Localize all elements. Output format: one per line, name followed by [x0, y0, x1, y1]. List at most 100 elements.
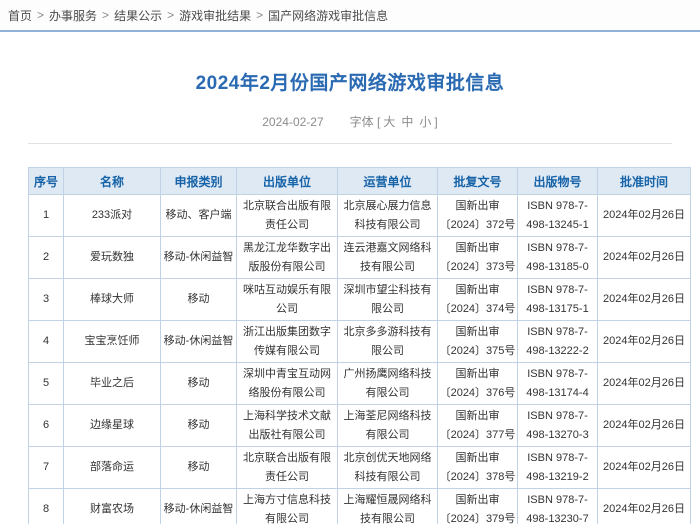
table-row: 1 233派对 移动、客户端 北京联合出版有限责任公司 北京展心展力信息科技有限公司 国新…	[28, 194, 691, 237]
cell-category: 移动	[160, 404, 237, 447]
cell-operator: 上海耀恒晟网络科技有限公司	[337, 488, 438, 524]
cell-publisher: 北京联合出版有限责任公司	[236, 446, 338, 489]
cell-approval-no: 国新出审 〔2024〕376号	[437, 362, 518, 405]
cell-isbn: ISBN 978-7- 498-13175-1	[517, 278, 598, 321]
font-size-bracket-close: ]	[434, 115, 438, 129]
cell-game-name: 爱玩数独	[63, 236, 161, 279]
cell-isbn: ISBN 978-7- 498-13270-3	[517, 404, 598, 447]
column-header-index: 序号	[28, 167, 64, 195]
font-size-large-button[interactable]: 大	[383, 115, 395, 129]
breadcrumb-link-game-approval-results[interactable]: 游戏审批结果	[179, 7, 251, 24]
cell-isbn: ISBN 978-7- 498-13245-1	[517, 194, 598, 237]
column-header-isbn: 出版物号	[517, 167, 598, 195]
cell-operator: 深圳市望尘科技有限公司	[337, 278, 438, 321]
column-header-operator: 运营单位	[337, 167, 438, 195]
cell-game-name: 财富农场	[63, 488, 161, 524]
article-meta: 2024-02-27 字体 [大中小]	[0, 113, 700, 130]
cell-index: 3	[28, 278, 64, 321]
cell-category: 移动-休闲益智	[160, 236, 237, 279]
cell-publisher: 上海科学技术文献出版社有限公司	[236, 404, 338, 447]
table-row: 6 边缘星球 移动 上海科学技术文献出版社有限公司 上海荃尼网络科技有限公司 国新出审 〔…	[28, 404, 691, 447]
table-row: 5 毕业之后 移动 深圳中青宝互动网络股份有限公司 广州扬鹰网络科技有限公司 国新出审 〔…	[28, 362, 691, 405]
cell-index: 2	[28, 236, 64, 279]
cell-operator: 上海荃尼网络科技有限公司	[337, 404, 438, 447]
breadcrumb-separator: >	[256, 8, 264, 22]
table-header-row: 序号 名称 申报类别 出版单位 运营单位 批复文号 出版物号 批准时间	[28, 167, 691, 195]
cell-category: 移动	[160, 278, 237, 321]
cell-isbn: ISBN 978-7- 498-13222-2	[517, 320, 598, 363]
cell-game-name: 边缘星球	[63, 404, 161, 447]
table-row: 4 宝宝烹饪师 移动-休闲益智 浙江出版集团数字传媒有限公司 北京多多游科技有限公司 国新…	[28, 320, 691, 363]
column-header-category: 申报类别	[160, 167, 237, 195]
cell-publisher: 深圳中青宝互动网络股份有限公司	[236, 362, 338, 405]
cell-approval-no: 国新出审 〔2024〕375号	[437, 320, 518, 363]
font-size-small-button[interactable]: 小	[419, 115, 431, 129]
cell-game-name: 部落命运	[63, 446, 161, 489]
cell-operator: 北京展心展力信息科技有限公司	[337, 194, 438, 237]
breadcrumb-separator: >	[37, 8, 45, 22]
cell-publisher: 上海方寸信息科技有限公司	[236, 488, 338, 524]
table-row: 7 部落命运 移动 北京联合出版有限责任公司 北京创优天地网络科技有限公司 国新出审 〔2…	[28, 446, 691, 489]
breadcrumb-link-results[interactable]: 结果公示	[114, 7, 162, 24]
cell-approval-no: 国新出审 〔2024〕373号	[437, 236, 518, 279]
cell-category: 移动、客户端	[160, 194, 237, 237]
cell-approval-date: 2024年02月26日	[597, 362, 691, 405]
cell-approval-no: 国新出审 〔2024〕379号	[437, 488, 518, 524]
cell-approval-no: 国新出审 〔2024〕372号	[437, 194, 518, 237]
cell-index: 8	[28, 488, 64, 524]
column-header-publisher: 出版单位	[236, 167, 338, 195]
cell-category: 移动-休闲益智	[160, 320, 237, 363]
cell-approval-date: 2024年02月26日	[597, 278, 691, 321]
breadcrumb-current-page: 国产网络游戏审批信息	[268, 8, 389, 23]
game-approval-table: 序号 名称 申报类别 出版单位 运营单位 批复文号 出版物号 批准时间 1 233…	[28, 167, 691, 524]
cell-operator: 连云港嘉文网络科技有限公司	[337, 236, 438, 279]
cell-operator: 广州扬鹰网络科技有限公司	[337, 362, 438, 405]
cell-publisher: 浙江出版集团数字传媒有限公司	[236, 320, 338, 363]
cell-operator: 北京多多游科技有限公司	[337, 320, 438, 363]
cell-category: 移动	[160, 362, 237, 405]
cell-index: 5	[28, 362, 64, 405]
cell-approval-no: 国新出审 〔2024〕378号	[437, 446, 518, 489]
font-size-label: 字体	[349, 115, 374, 129]
cell-approval-date: 2024年02月26日	[597, 404, 691, 447]
publish-date: 2024-02-27	[262, 115, 324, 129]
cell-game-name: 棒球大师	[63, 278, 161, 321]
breadcrumb-separator: >	[102, 8, 110, 22]
cell-approval-date: 2024年02月26日	[597, 488, 691, 524]
cell-isbn: ISBN 978-7- 498-13185-0	[517, 236, 598, 279]
cell-isbn: ISBN 978-7- 498-13219-2	[517, 446, 598, 489]
table-row: 8 财富农场 移动-休闲益智 上海方寸信息科技有限公司 上海耀恒晟网络科技有限公司 国新出…	[28, 488, 691, 524]
cell-game-name: 毕业之后	[63, 362, 161, 405]
cell-publisher: 北京联合出版有限责任公司	[236, 194, 338, 237]
cell-isbn: ISBN 978-7- 498-13230-7	[517, 488, 598, 524]
font-size-medium-button[interactable]: 中	[401, 115, 413, 129]
cell-index: 1	[28, 194, 64, 237]
cell-index: 7	[28, 446, 64, 489]
cell-approval-date: 2024年02月26日	[597, 320, 691, 363]
column-header-approval-date: 批准时间	[597, 167, 691, 195]
cell-publisher: 黑龙江龙华数字出版股份有限公司	[236, 236, 338, 279]
cell-index: 6	[28, 404, 64, 447]
breadcrumb-separator: >	[167, 8, 175, 22]
cell-publisher: 咪咕互动娱乐有限公司	[236, 278, 338, 321]
cell-approval-no: 国新出审 〔2024〕374号	[437, 278, 518, 321]
table-row: 2 爱玩数独 移动-休闲益智 黑龙江龙华数字出版股份有限公司 连云港嘉文网络科技有限公司…	[28, 236, 691, 279]
page-title: 2024年2月份国产网络游戏审批信息	[195, 73, 505, 94]
column-header-name: 名称	[63, 167, 161, 195]
breadcrumb-link-home[interactable]: 首页	[8, 7, 32, 24]
cell-index: 4	[28, 320, 64, 363]
cell-approval-date: 2024年02月26日	[597, 194, 691, 237]
cell-operator: 北京创优天地网络科技有限公司	[337, 446, 438, 489]
cell-isbn: ISBN 978-7- 498-13174-4	[517, 362, 598, 405]
divider	[28, 143, 672, 144]
cell-approval-date: 2024年02月26日	[597, 236, 691, 279]
cell-category: 移动	[160, 446, 237, 489]
column-header-approval-no: 批复文号	[437, 167, 518, 195]
cell-game-name: 宝宝烹饪师	[63, 320, 161, 363]
table-row: 3 棒球大师 移动 咪咕互动娱乐有限公司 深圳市望尘科技有限公司 国新出审 〔2024〕3…	[28, 278, 691, 321]
cell-approval-date: 2024年02月26日	[597, 446, 691, 489]
breadcrumb-link-services[interactable]: 办事服务	[49, 7, 97, 24]
breadcrumb: 首页 > 办事服务 > 结果公示 > 游戏审批结果 > 国产网络游戏审批信息	[0, 0, 700, 32]
cell-category: 移动-休闲益智	[160, 488, 237, 524]
cell-game-name: 233派对	[63, 194, 161, 237]
